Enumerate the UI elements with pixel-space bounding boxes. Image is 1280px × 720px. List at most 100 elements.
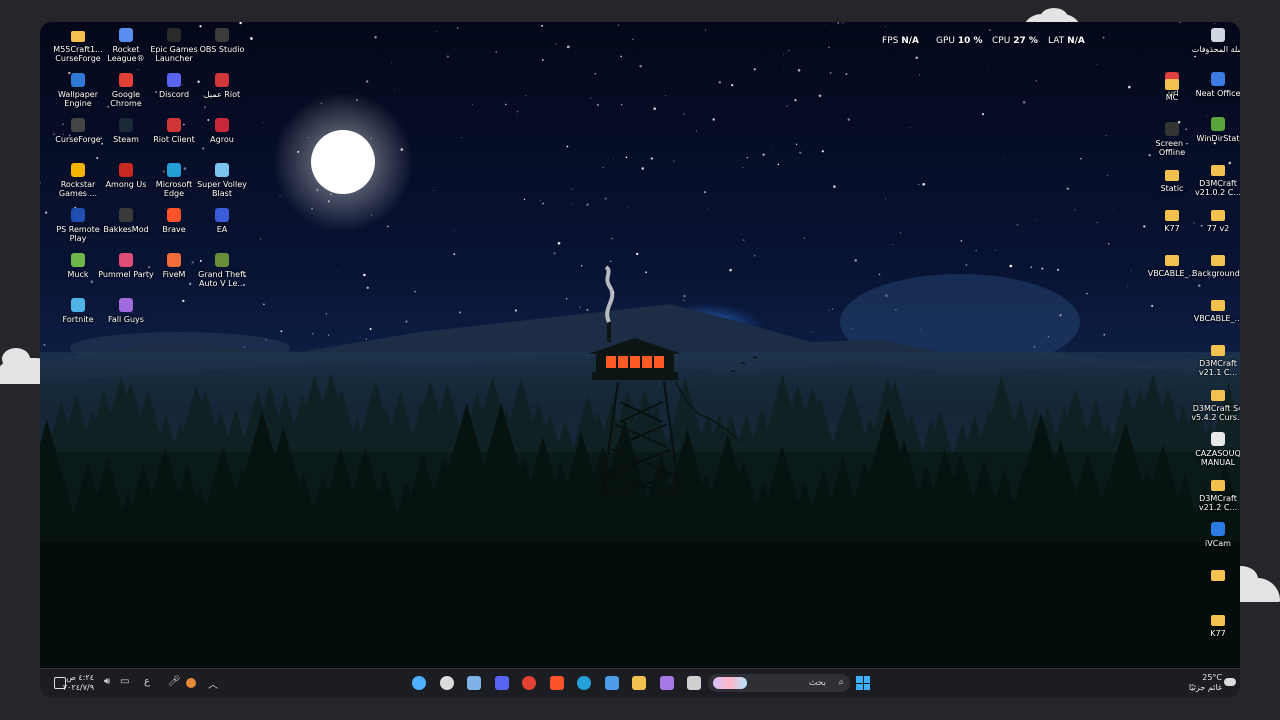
steam-icon[interactable] [467,676,481,690]
gpu-value: 10 % [957,36,983,46]
moon [311,130,375,194]
weather-desc: غائم جزئيًا [1188,683,1222,692]
desktop-icon[interactable]: D3MCraft v21.2 C... [1190,477,1240,512]
recycle-bin-icon [1211,28,1225,42]
desktop-icon-label: D3MCraft v21.1 C... [1198,359,1238,377]
clock-time: ٤:٢٤ ص [66,673,94,682]
widgets-icon[interactable] [412,676,426,690]
desktop-icon[interactable]: Super Volley Blast [194,163,250,198]
task-view-icon[interactable] [687,676,701,690]
microphone-icon[interactable]: 🎤︎ [168,676,181,687]
screen-icon [1165,122,1179,136]
weather-cloud-icon [1224,678,1236,686]
lat-value: N/A [1067,36,1085,46]
desktop-icon[interactable]: K77 [1144,207,1200,233]
weather-widget[interactable]: 25°C غائم جزئيًا [1172,673,1222,693]
epic-games-icon [167,28,181,42]
folder-icon [1211,570,1225,581]
folder-icon [1165,210,1179,221]
folder-icon [71,31,85,42]
desktop-icon-label: Fall Guys [108,315,144,324]
folder-icon [1211,390,1225,401]
folder-icon [1211,345,1225,356]
folder-icon [1165,255,1179,266]
desktop-icon-label: Screen - Offline [1155,139,1189,157]
obs-icon [215,28,229,42]
desktop-icon[interactable]: EA [194,208,250,234]
desktop-screen: FPS N/A GPU 10 % CPU 27 % LAT N/A M55Cra… [40,22,1240,697]
taskbar-clock[interactable]: ٤:٢٤ ص ٢٠٢٤/٧/٩ [54,673,94,693]
discord-icon [167,73,181,87]
edge-icon [167,163,181,177]
desktop-icon[interactable]: D3MCraft v21.1 C... [1190,342,1240,377]
super-volley-icon [215,163,229,177]
desktop-icon[interactable] [1190,567,1240,584]
desktop-icon[interactable]: VBCABLE_... [1144,252,1200,278]
desktop-icon-label: OBS Studio [199,45,245,54]
obs-icon[interactable] [439,676,454,690]
chevron-up-icon[interactable]: ︿ [208,676,218,691]
desktop-icon[interactable]: OBS Studio [194,28,250,54]
edge-icon[interactable] [577,676,591,690]
desktop-icon[interactable]: VBCABLE_... [1190,297,1240,323]
language-indicator[interactable]: ع [144,676,150,687]
riot-icon [215,73,229,87]
desktop-icon[interactable]: CAZASOUQ MANUAL [1190,432,1240,467]
desktop-icon[interactable]: Grand Theft Auto V Le... [194,253,250,288]
muck-icon [71,253,85,267]
desktop-icon[interactable]: Static [1144,167,1200,193]
search-highlight-icon [713,677,747,689]
app-tray-icon[interactable] [186,678,196,688]
curseforge-icon [71,118,85,132]
taskbar: ٤:٢٤ ص ٢٠٢٤/٧/٩ 🔊︎ ▭ ع 🎤︎ ︿ بحث ⌕ 25°C غ… [40,668,1240,697]
desktop-icon[interactable]: Screen - Offline [1144,122,1200,157]
fortnite-icon [71,298,85,312]
folder-icon [1165,170,1179,181]
rocket-league-icon [119,28,133,42]
desktop-icon[interactable]: Fall Guys [98,298,154,324]
desktop-icon[interactable]: سلة المحذوفات [1190,28,1240,54]
desktop-icon[interactable]: Agrou [194,118,250,144]
desktop-icon[interactable]: D3MCraft S4 v5.4.2 Curs... [1190,387,1240,422]
desktop-icon-label: VBCABLE_... [1193,314,1240,323]
fall-guys-icon [119,298,133,312]
cpu-label: CPU [992,36,1011,46]
document-icon [1211,432,1225,446]
start-button[interactable] [856,676,870,690]
weather-temp: 25°C [1202,673,1222,682]
folder-icon [1211,300,1225,311]
display-icon[interactable]: ▭ [120,676,129,687]
fivem-icon [167,253,181,267]
folder-icon [1211,165,1225,176]
folder-icon [1165,79,1179,90]
riot-client-icon [167,118,181,132]
store-icon[interactable] [604,676,619,690]
desktop-icon[interactable]: MC [1144,76,1200,102]
folder-icon [1211,480,1225,491]
fps-label: FPS [882,36,899,46]
chrome-icon[interactable] [522,676,536,690]
volume-icon[interactable]: 🔊︎ [104,676,110,687]
wallpaper-engine-icon [71,73,85,87]
copilot-icon[interactable] [659,676,674,690]
desktop-icon-label: VBCABLE_... [1147,269,1197,278]
discord-icon[interactable] [494,676,509,690]
desktop-icon-label: Grand Theft Auto V Le... [198,270,246,288]
rockstar-icon [71,163,85,177]
gpu-label: GPU [936,36,955,46]
desktop-icon-label: iVCam [1205,539,1231,548]
search-box[interactable]: بحث ⌕ [708,674,850,692]
pummel-party-icon [119,253,133,267]
desktop-icon[interactable]: عميل Riot [194,73,250,99]
desktop-icon-label: K77 [1210,629,1226,638]
desktop-icon-label: Static [1160,184,1184,193]
desktop-icon[interactable]: iVCam [1190,522,1240,548]
desktop-icon[interactable]: K77 [1190,612,1240,638]
desktop-icon-label: D3MCraft S4 v5.4.2 Curs... [1191,404,1240,422]
clock-date: ٢٠٢٤/٧/٩ [62,683,94,692]
desktop-icon-label: D3MCraft v21.2 C... [1198,494,1238,512]
brave-icon[interactable] [549,676,564,690]
chrome-icon [119,73,133,87]
file-explorer-icon[interactable] [632,676,646,690]
ivcam-icon [1211,522,1225,536]
